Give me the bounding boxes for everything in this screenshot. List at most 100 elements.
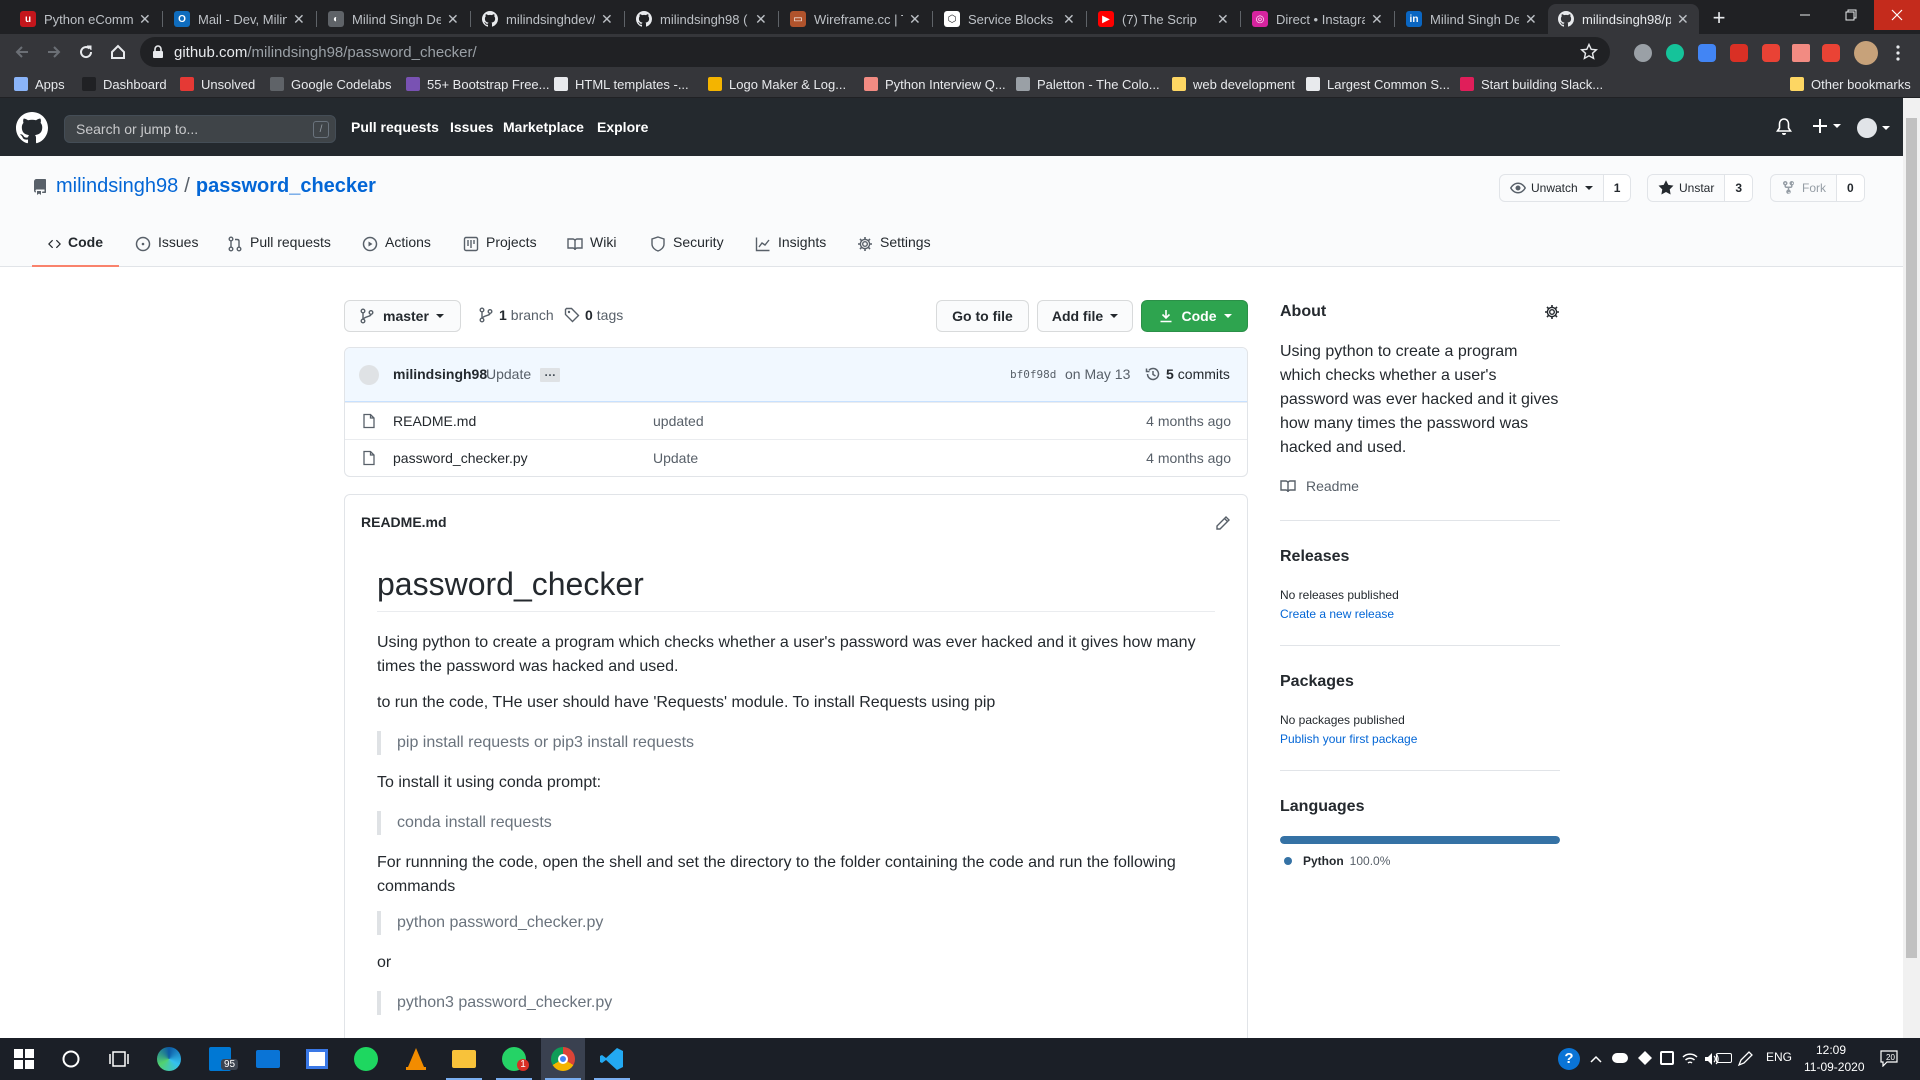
pencil-icon[interactable] [1215,515,1231,531]
home-button[interactable] [106,40,130,64]
nav-explore[interactable]: Explore [597,119,648,135]
bookmark-item[interactable]: Unsolved [180,75,255,93]
commit-sha[interactable]: bf0f98d [1010,368,1056,381]
clock-time[interactable]: 12:09 [1816,1043,1846,1057]
scrollbar-thumb[interactable] [1906,118,1917,958]
browser-tab[interactable]: ▭ Wireframe.cc | T ✕ [780,4,931,34]
clock-date[interactable]: 11-09-2020 [1804,1060,1865,1074]
bookmark-item[interactable]: Apps [14,75,65,93]
close-icon[interactable]: ✕ [601,11,615,28]
commit-expand-button[interactable]: … [540,366,560,382]
forks-count[interactable]: 0 [1837,175,1864,201]
dropbox-icon[interactable] [1638,1051,1652,1065]
close-icon[interactable]: ✕ [1063,11,1077,28]
readme-link[interactable]: Readme [1280,478,1359,494]
unwatch-button[interactable]: Unwatch [1500,175,1604,201]
browser-tab[interactable]: ◐ Milind Singh Dev ✕ [318,4,469,34]
language-item[interactable]: Python 100.0% [1284,854,1390,868]
extension-grammarly-icon[interactable] [1666,44,1684,62]
fork-button[interactable]: Fork [1771,175,1837,201]
releases-heading[interactable]: Releases [1280,548,1349,566]
bookmark-item[interactable]: Dashboard [82,75,167,93]
repo-owner-link[interactable]: milindsingh98 [56,175,178,198]
page-scrollbar[interactable] [1903,98,1920,1038]
close-window-button[interactable] [1874,0,1920,30]
branch-select-button[interactable]: master [344,300,461,332]
bookmark-item[interactable]: Logo Maker & Log... [708,75,846,93]
browser-tab[interactable]: ⬡ Service Blocks ✕ [934,4,1085,34]
close-icon[interactable]: ✕ [1371,11,1385,28]
publish-package-link[interactable]: Publish your first package [1280,732,1417,746]
gear-icon[interactable] [1544,304,1560,320]
chrome-taskbar-icon[interactable] [549,1045,577,1073]
github-logo-icon[interactable] [16,112,48,144]
browser-tab[interactable]: ◎ Direct • Instagra ✕ [1242,4,1393,34]
action-center-button[interactable]: 20 [1880,1049,1900,1069]
task-view-button[interactable] [105,1045,133,1073]
browser-tab[interactable]: u Python eComme ✕ [10,4,161,34]
close-icon[interactable]: ✕ [1677,11,1691,28]
bookmark-item[interactable]: Other bookmarks [1790,75,1911,93]
tab-issues[interactable]: Issues [135,228,198,267]
code-download-button[interactable]: Code [1141,300,1248,332]
commit-message[interactable]: Update [486,366,531,382]
packages-heading[interactable]: Packages [1280,673,1354,691]
watchers-count[interactable]: 1 [1603,175,1631,201]
bookmark-item[interactable]: Google Codelabs [270,75,391,93]
help-tray-icon[interactable]: ? [1556,1046,1582,1072]
bookmark-item[interactable]: web development [1172,75,1295,93]
commits-history-link[interactable]: 5 commits [1145,366,1230,382]
go-to-file-button[interactable]: Go to file [936,300,1029,332]
extension-red-icon[interactable] [1762,44,1780,62]
nav-issues[interactable]: Issues [450,119,494,135]
commit-author[interactable]: milindsingh98 [393,366,487,382]
bookmark-star-icon[interactable] [1580,43,1598,61]
unstar-button[interactable]: Unstar [1648,175,1726,201]
browser-tab[interactable]: in Milind Singh De ✕ [1396,4,1547,34]
tab-projects[interactable]: Projects [463,228,537,267]
start-button[interactable] [10,1045,38,1073]
browser-tab[interactable]: milindsinghdev/ ✕ [472,4,623,34]
restore-window-button[interactable] [1828,0,1874,30]
branches-link[interactable]: 1 branch [478,307,554,323]
file-explorer-taskbar-icon[interactable] [450,1045,478,1073]
close-icon[interactable]: ✕ [1525,11,1539,28]
nav-pull-requests[interactable]: Pull requests [351,119,439,135]
stargazers-count[interactable]: 3 [1725,175,1753,201]
back-button[interactable] [10,40,34,64]
browser-tab[interactable]: ▶ (7) The Scrip ✕ [1088,4,1239,34]
close-icon[interactable]: ✕ [447,11,461,28]
tab-actions[interactable]: Actions [362,228,431,267]
bookmark-item[interactable]: HTML templates -... [554,75,689,93]
create-new-button[interactable] [1812,118,1841,134]
tab-settings[interactable]: Settings [857,228,931,267]
extension-youtube-icon[interactable] [1730,44,1748,62]
extension-record-icon[interactable] [1634,44,1652,62]
mail-taskbar-icon[interactable] [254,1045,282,1073]
tab-code[interactable]: Code [32,228,119,267]
nav-marketplace[interactable]: Marketplace [503,119,584,135]
vscode-taskbar-icon[interactable] [598,1045,626,1073]
create-release-link[interactable]: Create a new release [1280,607,1394,621]
notifications-button[interactable] [1776,118,1792,136]
file-name-link[interactable]: password_checker.py [393,450,528,466]
reload-button[interactable] [74,40,98,64]
extension-blue-icon[interactable] [1698,44,1716,62]
tab-wiki[interactable]: Wiki [567,228,616,267]
close-icon[interactable]: ✕ [1217,11,1231,28]
address-bar[interactable]: github.com/milindsingh98/password_checke… [140,37,1610,67]
tags-link[interactable]: 0 tags [564,307,623,323]
tab-pull-requests[interactable]: Pull requests [227,228,331,267]
repo-name-link[interactable]: password_checker [196,175,376,198]
user-menu-button[interactable] [1857,118,1890,138]
file-name-link[interactable]: README.md [393,413,476,429]
onedrive-icon[interactable] [1612,1053,1628,1063]
vlc-taskbar-icon[interactable] [402,1045,430,1073]
bookmark-item[interactable]: Paletton - The Colo... [1016,75,1160,93]
search-button[interactable] [57,1045,85,1073]
chevron-up-icon[interactable] [1590,1053,1602,1065]
pen-icon[interactable] [1737,1051,1753,1067]
input-language-indicator[interactable]: ENG [1766,1050,1792,1064]
calculator-taskbar-icon[interactable]: 95 [206,1045,239,1073]
file-commit-message[interactable]: updated [653,413,704,429]
